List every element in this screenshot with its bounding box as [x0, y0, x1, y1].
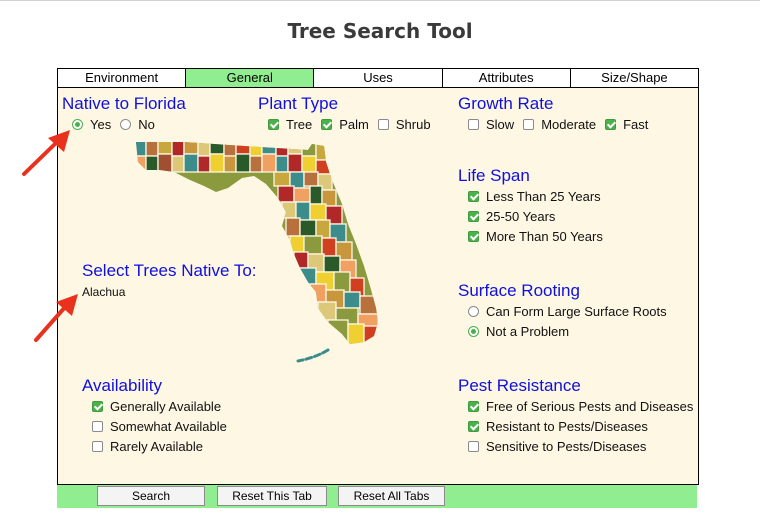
availability-general-label: Generally Available — [110, 399, 222, 414]
growth-slow-checkbox[interactable] — [468, 119, 479, 130]
native-no-radio[interactable] — [120, 119, 132, 130]
reset-tab-button[interactable]: Reset This Tab — [217, 486, 327, 506]
plant-type-heading: Plant Type — [258, 94, 339, 113]
button-bar: Search Reset This Tab Reset All Tabs — [57, 485, 697, 508]
florida-county-map-icon[interactable] — [132, 140, 382, 366]
pest-sensitive-checkbox[interactable] — [468, 441, 479, 452]
life-span-long-label: More Than 50 Years — [486, 229, 603, 244]
availability-somewhat-label: Somewhat Available — [110, 419, 227, 434]
availability-rarely-checkbox[interactable] — [92, 441, 103, 452]
availability-somewhat-checkbox[interactable] — [92, 421, 103, 432]
life-span-option: 25-50 Years — [468, 209, 555, 224]
surface-rooting-option: Not a Problem — [468, 324, 569, 339]
native-to-heading: Select Trees Native To: — [82, 261, 257, 280]
pest-free-label: Free of Serious Pests and Diseases — [486, 399, 694, 414]
selected-county: Alachua — [82, 285, 126, 299]
availability-option: Somewhat Available — [92, 419, 227, 434]
tab-uses[interactable]: Uses — [314, 69, 443, 87]
availability-rarely-label: Rarely Available — [110, 439, 203, 454]
native-options: Yes No — [72, 117, 155, 132]
growth-fast-checkbox[interactable] — [605, 119, 617, 130]
plant-tree-label: Tree — [286, 117, 313, 132]
pest-free-checkbox[interactable] — [468, 401, 479, 412]
plant-palm-label: Palm — [339, 117, 369, 132]
growth-rate-heading: Growth Rate — [458, 94, 554, 113]
reset-all-button[interactable]: Reset All Tabs — [338, 486, 445, 506]
availability-option: Generally Available — [92, 399, 221, 414]
pest-option: Sensitive to Pests/Diseases — [468, 439, 646, 454]
pest-resistant-label: Resistant to Pests/Diseases — [486, 419, 648, 434]
tab-attributes[interactable]: Attributes — [442, 69, 571, 87]
growth-moderate-checkbox[interactable] — [523, 119, 535, 130]
life-span-short-checkbox[interactable] — [468, 191, 479, 202]
availability-option: Rarely Available — [92, 439, 203, 454]
pest-resistance-heading: Pest Resistance — [458, 376, 581, 395]
pest-option: Resistant to Pests/Diseases — [468, 419, 648, 434]
rooting-none-radio[interactable] — [468, 326, 479, 337]
growth-rate-options: Slow Moderate Fast — [468, 117, 648, 132]
tab-bar: Environment General Uses Attributes Size… — [58, 69, 699, 88]
growth-fast-label: Fast — [623, 117, 649, 132]
pest-sensitive-label: Sensitive to Pests/Diseases — [486, 439, 647, 454]
surface-rooting-heading: Surface Rooting — [458, 281, 580, 300]
tab-size-shape[interactable]: Size/Shape — [570, 69, 699, 87]
red-arrow-icon — [22, 130, 70, 176]
life-span-long-checkbox[interactable] — [468, 231, 479, 242]
life-span-option: Less Than 25 Years — [468, 189, 601, 204]
plant-shrub-label: Shrub — [395, 117, 431, 132]
growth-slow-label: Slow — [486, 117, 515, 132]
plant-shrub-checkbox[interactable] — [377, 119, 389, 130]
plant-tree-checkbox[interactable] — [268, 119, 279, 130]
plant-palm-checkbox[interactable] — [321, 119, 333, 130]
plant-type-options: Tree Palm Shrub — [268, 117, 431, 132]
life-span-medium-checkbox[interactable] — [468, 211, 479, 222]
native-heading: Native to Florida — [62, 94, 186, 113]
life-span-short-label: Less Than 25 Years — [486, 189, 601, 204]
search-button[interactable]: Search — [97, 486, 205, 506]
life-span-medium-label: 25-50 Years — [486, 209, 556, 224]
life-span-option: More Than 50 Years — [468, 229, 603, 244]
availability-heading: Availability — [82, 376, 163, 395]
red-arrow-icon — [34, 294, 78, 342]
rooting-none-label: Not a Problem — [486, 324, 570, 339]
growth-moderate-label: Moderate — [541, 117, 597, 132]
top-divider — [0, 0, 760, 1]
life-span-heading: Life Span — [458, 166, 530, 185]
native-yes-label: Yes — [90, 117, 112, 132]
pest-option: Free of Serious Pests and Diseases — [468, 399, 693, 414]
availability-general-checkbox[interactable] — [92, 401, 103, 412]
page-title: Tree Search Tool — [287, 19, 473, 43]
tab-general[interactable]: General — [186, 69, 315, 87]
rooting-large-label: Can Form Large Surface Roots — [486, 304, 667, 319]
surface-rooting-option: Can Form Large Surface Roots — [468, 304, 667, 319]
pest-resistant-checkbox[interactable] — [468, 421, 479, 432]
rooting-large-radio[interactable] — [468, 306, 479, 317]
native-no-label: No — [138, 117, 155, 132]
tab-environment[interactable]: Environment — [58, 69, 187, 87]
